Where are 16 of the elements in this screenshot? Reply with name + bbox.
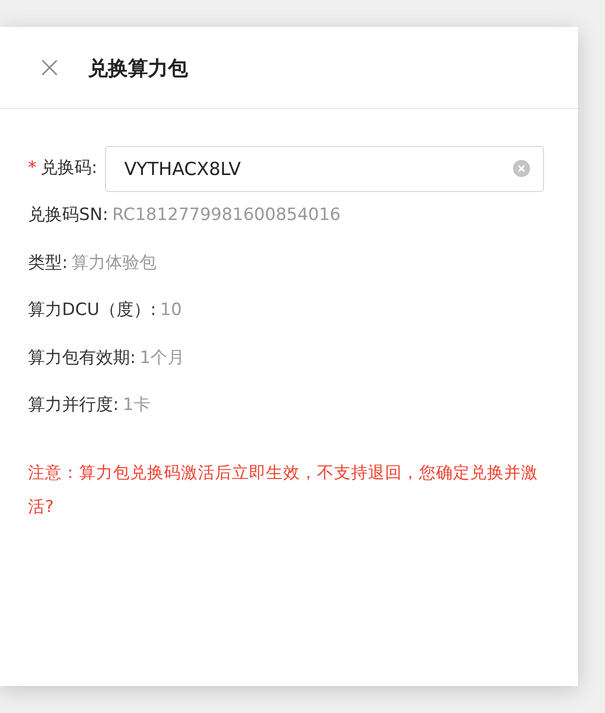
detail-value: 算力体验包	[72, 252, 157, 274]
field-label: 兑换码:	[40, 157, 98, 180]
code-input-field[interactable]: VYTHACX8LV	[105, 146, 544, 192]
detail-value: RC1812779981600854016	[112, 204, 341, 227]
detail-label: 算力包有效期:	[28, 346, 136, 370]
clear-icon[interactable]	[513, 160, 530, 177]
detail-label: 算力并行度:	[28, 394, 119, 417]
warning-text: 注意：算力包兑换码激活后立即生效，不支持退回，您确定兑换并激活?	[28, 462, 539, 518]
detail-label: 算力DCU（度）:	[28, 299, 156, 322]
detail-label: 兑换码SN:	[28, 204, 108, 227]
detail-label: 类型:	[28, 252, 68, 274]
required-mark: *	[28, 157, 36, 180]
dialog-title: 兑换算力包	[88, 54, 188, 82]
detail-value: 1个月	[140, 346, 185, 370]
detail-value: 10	[160, 299, 182, 322]
detail-value: 1卡	[122, 394, 151, 417]
